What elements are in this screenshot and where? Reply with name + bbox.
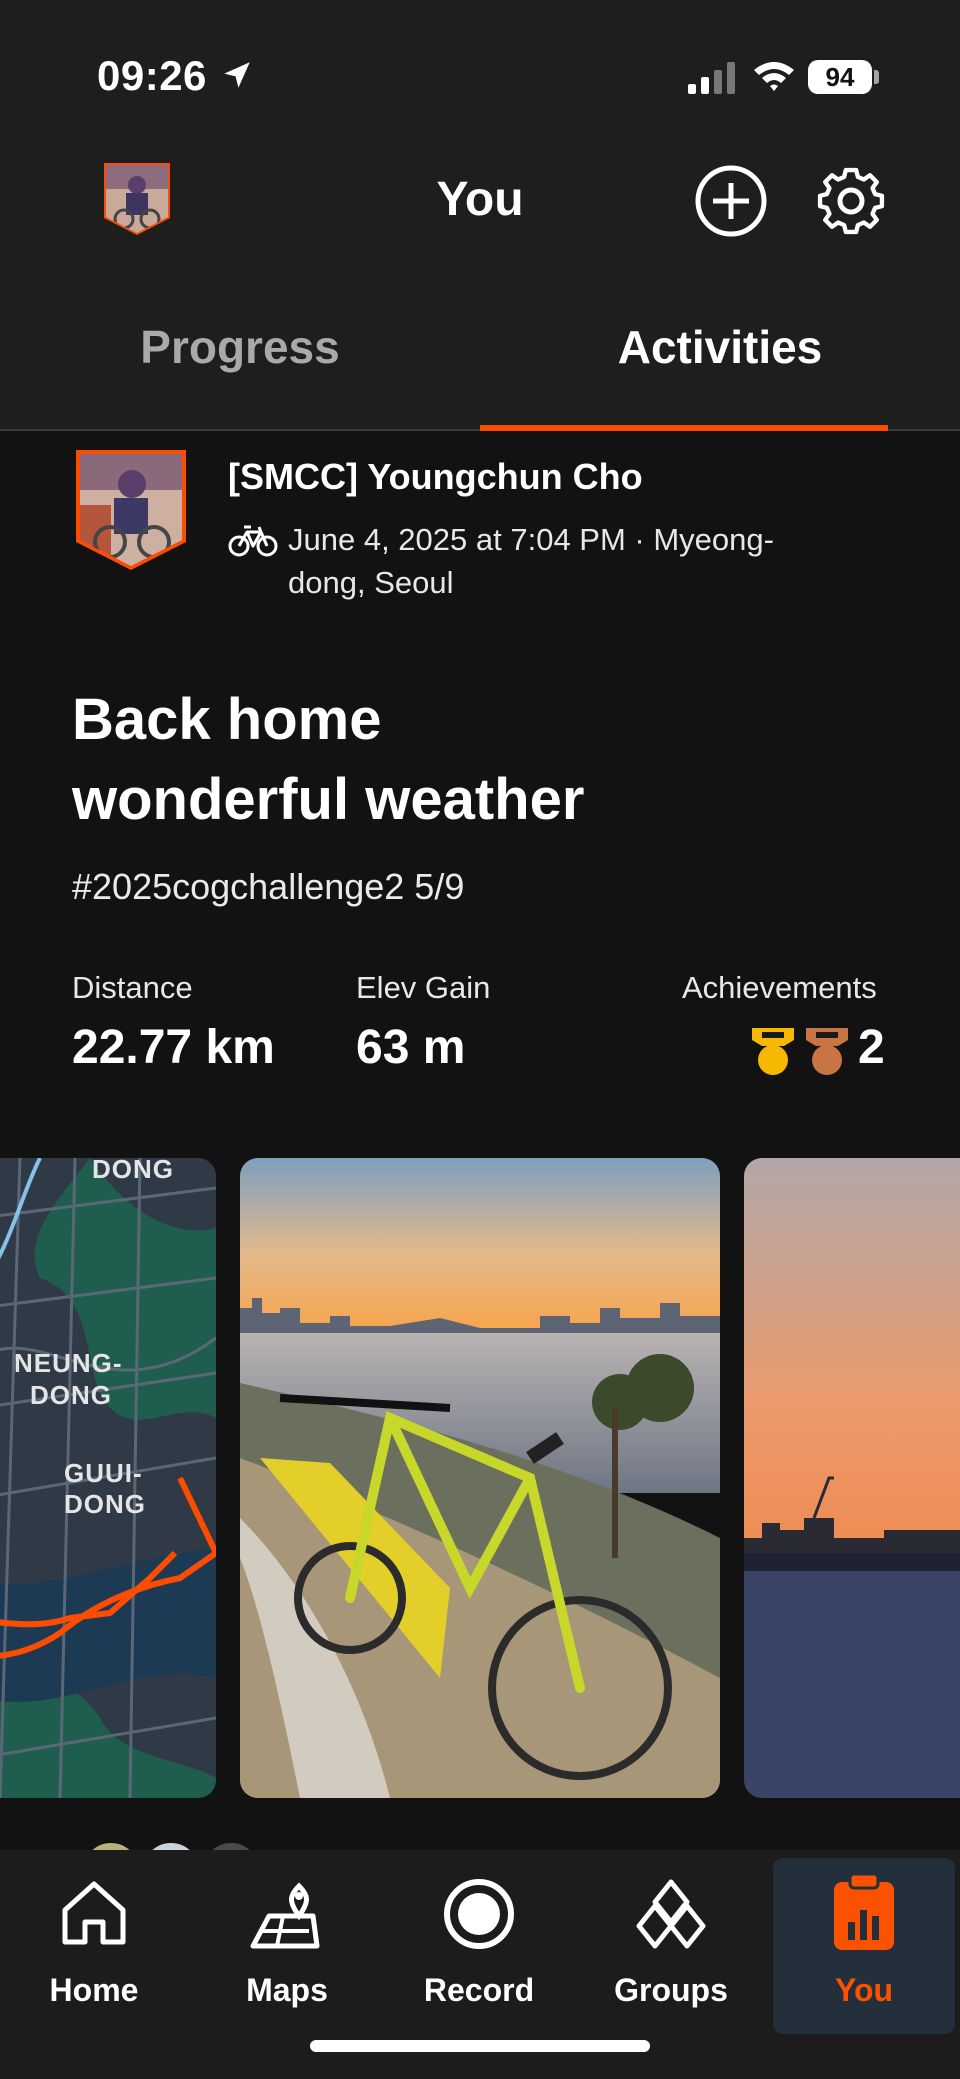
nav-maps[interactable]: Maps [197, 1864, 377, 2044]
you-clipboard-icon [834, 1872, 894, 1950]
map-label-guui-dong: GUUI-DONG [64, 1458, 146, 1519]
nav-groups-label: Groups [614, 1972, 728, 2008]
activity-tags: #2025cogchallenge2 5/9 [72, 866, 465, 907]
activity-title[interactable]: Back home wonderful weather [72, 680, 892, 840]
achievements-label: Achievements [682, 970, 877, 1005]
maps-icon [250, 1882, 320, 1949]
nav-groups[interactable]: Groups [581, 1864, 761, 2044]
bike-icon [228, 525, 278, 557]
river-sunset-photo [744, 1158, 960, 1798]
nav-maps-label: Maps [246, 1972, 328, 2008]
activity-title-line-1: Back home [72, 687, 382, 752]
tab-activities[interactable]: Activities [480, 320, 960, 374]
tab-progress[interactable]: Progress [0, 320, 480, 374]
nav-you-label: You [834, 1972, 894, 2008]
distance-label: Distance [72, 970, 193, 1005]
top-header: 09:26 94 You Progress Activities [0, 0, 960, 431]
activity-photo-sunset[interactable] [744, 1158, 960, 1798]
map-label-dong: DONG [92, 1158, 174, 1184]
nav-home-label: Home [49, 1972, 139, 2008]
elev-gain-label: Elev Gain [356, 970, 491, 1005]
battery-nub [874, 70, 879, 84]
add-icon[interactable] [694, 164, 768, 238]
activity-photo-bike[interactable] [240, 1158, 720, 1798]
map-label-neung: NEUNG- [14, 1348, 123, 1378]
feed-spacer [0, 1798, 960, 1850]
status-time: 09:26 [97, 52, 207, 99]
map-label-neung-dong: DONG [30, 1380, 112, 1410]
home-indicator[interactable] [310, 2040, 650, 2052]
nav-record[interactable]: Record [389, 1864, 569, 2044]
bronze-medal-icon [806, 1028, 848, 1075]
wifi-icon [754, 62, 794, 91]
distance-value: 22.77 km [72, 1021, 275, 1074]
nav-home[interactable]: Home [4, 1864, 184, 2044]
activity-meta: June 4, 2025 at 7:04 PM · Myeong-dong, S… [288, 522, 774, 600]
bike-riverside-photo [240, 1158, 720, 1798]
record-icon [444, 1879, 514, 1949]
athlete-name[interactable]: [SMCC] Youngchun Cho [228, 456, 643, 498]
nav-you[interactable]: You [773, 1858, 955, 2034]
gold-medal-icon [752, 1028, 794, 1075]
settings-gear-icon[interactable] [814, 164, 888, 238]
home-icon [62, 1881, 126, 1945]
athlete-avatar-icon[interactable] [76, 450, 186, 570]
nav-record-label: Record [423, 1972, 535, 2008]
tab-active-indicator [480, 425, 888, 431]
route-map-card[interactable]: DONG NEUNG- DONG GUUI-DONG [0, 1158, 216, 1798]
elev-gain-value: 63 m [356, 1021, 466, 1074]
tab-bar: Progress Activities [0, 300, 960, 431]
activity-title-line-2: wonderful weather [72, 767, 585, 832]
achievements-count: 2 [858, 1021, 885, 1074]
battery-indicator: 94 [808, 60, 872, 94]
cellular-signal-icon [688, 62, 735, 94]
location-arrow-icon [224, 62, 250, 88]
groups-icon [636, 1879, 706, 1949]
